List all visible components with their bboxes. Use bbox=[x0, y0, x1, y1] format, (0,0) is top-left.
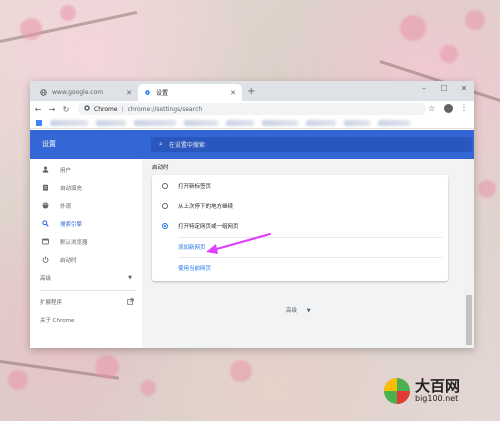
sidebar-item-on-startup[interactable]: 启动时 bbox=[40, 254, 136, 266]
bookmark-item[interactable] bbox=[134, 119, 176, 126]
sidebar-item-default-browser[interactable]: 默认浏览器 bbox=[40, 236, 136, 248]
globe-icon bbox=[40, 89, 47, 96]
sidebar-item-label: 搜索引擎 bbox=[60, 222, 83, 228]
use-current-pages-link[interactable]: 使用当前网页 bbox=[178, 264, 211, 272]
sidebar-item-label: 用户 bbox=[60, 168, 72, 174]
scrollbar[interactable] bbox=[464, 159, 474, 348]
palette-icon bbox=[40, 202, 50, 211]
sidebar-item-label: 自动填充 bbox=[60, 186, 83, 192]
search-icon: ⌕ bbox=[159, 140, 163, 148]
watermark-logo: 大百网 big100.net bbox=[384, 378, 460, 404]
startup-option-continue[interactable]: 从上次停下的地方继续 bbox=[162, 199, 442, 213]
address-url: chrome://settings/search bbox=[127, 105, 203, 113]
startup-option-specific-pages[interactable]: 打开特定网页或一组网页 bbox=[162, 219, 442, 233]
search-placeholder: 在设置中搜索 bbox=[168, 142, 205, 149]
sidebar-divider bbox=[40, 290, 136, 291]
logo-brand: 大百网 bbox=[415, 377, 461, 395]
sidebar-item-label: 高级 bbox=[40, 276, 52, 282]
maximize-button[interactable]: ☐ bbox=[434, 84, 454, 93]
search-icon bbox=[40, 219, 50, 229]
scrollbar-thumb[interactable] bbox=[466, 295, 472, 345]
settings-sidebar: 用户 自动填充 外观 搜索引擎 默认浏览器 启动时 高级 ▼ 扩展程序 关于 C… bbox=[30, 159, 142, 348]
caret-down-icon: ▼ bbox=[128, 275, 132, 281]
bookmark-item[interactable] bbox=[50, 119, 88, 126]
advanced-label: 高级 bbox=[286, 308, 298, 314]
logo-text: 大百网 big100.net bbox=[415, 378, 460, 404]
bookmark-item[interactable] bbox=[226, 119, 254, 126]
section-title: 启动时 bbox=[152, 165, 169, 171]
radio-button-selected[interactable] bbox=[162, 223, 168, 229]
sidebar-advanced-toggle[interactable]: 高级 ▼ bbox=[40, 272, 136, 284]
address-bar[interactable]: Chrome | chrome://settings/search bbox=[78, 103, 426, 115]
minimize-button[interactable]: – bbox=[414, 84, 434, 93]
page-title: 设置 bbox=[42, 140, 56, 148]
sidebar-item-autofill[interactable]: 自动填充 bbox=[40, 182, 136, 194]
tab-strip: www.google.com ✕ 设置 ✕ + – ☐ ✕ bbox=[30, 81, 474, 101]
bookmark-item[interactable] bbox=[262, 119, 298, 126]
settings-search-input[interactable]: ⌕ 在设置中搜索 bbox=[151, 137, 472, 152]
sidebar-item-label: 默认浏览器 bbox=[60, 240, 88, 246]
bookmark-item[interactable] bbox=[184, 119, 218, 126]
tab-google[interactable]: www.google.com ✕ bbox=[34, 84, 138, 101]
sidebar-item-search-engine[interactable]: 搜索引擎 bbox=[40, 218, 136, 230]
option-label: 打开新标签页 bbox=[178, 184, 212, 190]
logo-icon bbox=[384, 378, 410, 404]
bookmark-item[interactable] bbox=[378, 119, 410, 126]
tab-title: 设置 bbox=[156, 90, 169, 97]
option-label: 从上次停下的地方继续 bbox=[178, 204, 234, 210]
bookmark-item[interactable] bbox=[344, 119, 370, 126]
browser-icon bbox=[40, 238, 50, 247]
sidebar-item-people[interactable]: 用户 bbox=[40, 164, 136, 176]
startup-card: 打开新标签页 从上次停下的地方继续 打开特定网页或一组网页 添加新网页 使用当前… bbox=[152, 175, 448, 281]
tab-title: www.google.com bbox=[52, 89, 104, 96]
chrome-icon bbox=[84, 105, 90, 113]
settings-content: 启动时 打开新标签页 从上次停下的地方继续 打开特定网页或一组网页 添加新网页 … bbox=[142, 159, 464, 348]
bookmark-item[interactable] bbox=[306, 119, 336, 126]
bookmark-item[interactable] bbox=[96, 119, 126, 126]
card-divider bbox=[178, 257, 442, 258]
bookmarks-bar bbox=[30, 117, 474, 129]
apps-icon[interactable] bbox=[36, 119, 42, 126]
back-arrow-icon[interactable]: ← bbox=[32, 105, 44, 114]
settings-header: 设置 ⌕ 在设置中搜索 bbox=[30, 130, 474, 159]
startup-option-new-tab[interactable]: 打开新标签页 bbox=[162, 179, 442, 193]
address-separator: | bbox=[121, 105, 124, 113]
address-origin: Chrome bbox=[94, 105, 118, 113]
browser-toolbar: ← → ↻ Chrome | chrome://settings/search … bbox=[30, 101, 474, 117]
bookmark-star-icon[interactable]: ☆ bbox=[428, 104, 435, 113]
tab-settings[interactable]: 设置 ✕ bbox=[138, 84, 242, 101]
add-new-page-link[interactable]: 添加新网页 bbox=[178, 243, 206, 251]
gear-icon bbox=[144, 89, 151, 96]
profile-avatar[interactable] bbox=[444, 104, 453, 113]
radio-button[interactable] bbox=[162, 203, 168, 209]
sidebar-item-label: 外观 bbox=[60, 204, 72, 210]
sidebar-item-extensions[interactable]: 扩展程序 bbox=[40, 296, 136, 308]
option-label: 打开特定网页或一组网页 bbox=[178, 224, 239, 230]
open-in-new-icon bbox=[127, 297, 134, 307]
caret-down-icon: ▼ bbox=[306, 308, 311, 314]
more-menu-icon[interactable]: ⋮ bbox=[460, 103, 468, 112]
power-icon bbox=[40, 256, 50, 265]
logo-url: big100.net bbox=[415, 394, 459, 403]
person-icon bbox=[40, 166, 50, 175]
close-icon[interactable]: ✕ bbox=[230, 89, 236, 97]
close-icon[interactable]: ✕ bbox=[126, 89, 132, 97]
sidebar-item-label: 扩展程序 bbox=[40, 300, 63, 306]
window-close-button[interactable]: ✕ bbox=[454, 84, 474, 93]
chrome-window: www.google.com ✕ 设置 ✕ + – ☐ ✕ ← → ↻ Chro… bbox=[30, 81, 474, 348]
forward-arrow-icon[interactable]: → bbox=[46, 105, 58, 114]
clipboard-icon bbox=[40, 184, 50, 193]
new-tab-button[interactable]: + bbox=[247, 86, 255, 97]
sidebar-item-appearance[interactable]: 外观 bbox=[40, 200, 136, 212]
advanced-expander[interactable]: 高级 ▼ bbox=[286, 306, 311, 314]
card-divider bbox=[178, 237, 442, 238]
sidebar-item-label: 关于 Chrome bbox=[40, 318, 75, 324]
reload-icon[interactable]: ↻ bbox=[60, 105, 72, 114]
sidebar-item-label: 启动时 bbox=[60, 258, 77, 264]
radio-button[interactable] bbox=[162, 183, 168, 189]
sidebar-item-about[interactable]: 关于 Chrome bbox=[40, 314, 136, 326]
